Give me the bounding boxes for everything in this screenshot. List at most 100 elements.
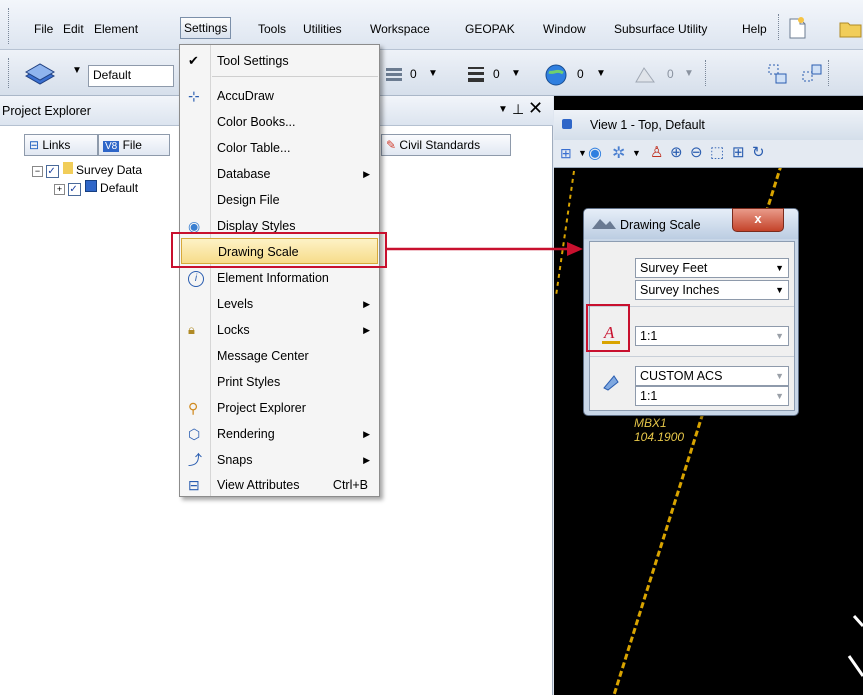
tree-item-default[interactable]: + ✓ Default: [54, 180, 138, 196]
menu-element[interactable]: Element: [94, 19, 138, 39]
menu-item-view-attributes[interactable]: ⊟ View Attributes Ctrl+B: [181, 472, 378, 498]
view-title-bar: View 1 - Top, Default: [554, 110, 863, 140]
submenu-arrow-icon: ▶: [363, 429, 370, 439]
menu-item-rendering[interactable]: ⬡ Rendering ▶: [181, 421, 378, 447]
menu-item-color-table[interactable]: Color Table...: [181, 135, 378, 161]
chevron-down-icon[interactable]: ▼: [596, 68, 606, 79]
display-style-icon[interactable]: ◉: [588, 143, 602, 163]
zoom-in-icon[interactable]: ⊕: [670, 143, 683, 161]
chevron-down-icon: ▼: [775, 285, 784, 295]
toolbar-grip[interactable]: [705, 60, 709, 86]
toolbar-grip[interactable]: [828, 60, 832, 86]
line-weight-icon[interactable]: [466, 64, 488, 86]
menu-edit[interactable]: Edit: [63, 19, 84, 39]
menu-item-snaps[interactable]: ⤴ Snaps ▶: [181, 447, 378, 473]
acs-icon[interactable]: [602, 374, 620, 392]
toolbar-grip[interactable]: [778, 14, 782, 40]
checkbox-icon[interactable]: ✓: [46, 165, 60, 178]
open-file-icon[interactable]: [838, 16, 863, 40]
view-attributes-icon[interactable]: ⊞: [560, 145, 572, 162]
lighting-icon[interactable]: ✲: [612, 143, 625, 163]
menu-item-accudraw[interactable]: ⊹ AccuDraw: [181, 83, 378, 109]
transparency-icon[interactable]: [632, 62, 658, 88]
color-value: 0: [410, 67, 417, 81]
chevron-down-icon[interactable]: ▼: [684, 68, 694, 79]
menu-item-label: Project Explorer: [217, 401, 306, 415]
toolbar-grip[interactable]: [8, 8, 12, 44]
acs-scale-select[interactable]: 1:1 ▼: [635, 386, 789, 406]
menu-window[interactable]: Window: [543, 19, 586, 39]
zoom-out-icon[interactable]: ⊖: [690, 143, 703, 161]
fit-view-icon[interactable]: ⊞: [732, 143, 745, 161]
chevron-down-icon[interactable]: ▼: [578, 148, 587, 158]
acs-select[interactable]: CUSTOM ACS ▼: [635, 366, 789, 386]
element-selection-icon[interactable]: [800, 62, 824, 86]
close-button[interactable]: x: [732, 208, 784, 232]
chevron-down-icon[interactable]: ▼: [498, 104, 508, 115]
chevron-down-icon[interactable]: ▼: [511, 68, 521, 79]
lock-icon: 🔒︎: [188, 322, 195, 337]
menu-item-label: Rendering: [217, 427, 275, 441]
menu-item-design-file[interactable]: Design File: [181, 187, 378, 213]
tree-item-survey-data[interactable]: − ✓ Survey Data: [32, 162, 142, 178]
view-attributes-icon: ⊟: [188, 477, 200, 493]
new-file-icon[interactable]: [786, 16, 808, 40]
menu-item-message-center[interactable]: Message Center: [181, 343, 378, 369]
menu-item-database[interactable]: Database ▶: [181, 161, 378, 187]
toolbar-grip[interactable]: [8, 58, 12, 88]
menu-utilities[interactable]: Utilities: [303, 19, 342, 39]
pin-icon[interactable]: ⊥: [512, 101, 524, 118]
settings-menu: ✔ Tool Settings ⊹ AccuDraw Color Books..…: [179, 44, 380, 497]
transparency-value: 0: [667, 67, 674, 81]
menu-item-locks[interactable]: 🔒︎ Locks ▶: [181, 317, 378, 343]
chevron-down-icon[interactable]: ▼: [428, 68, 438, 79]
collapse-icon[interactable]: −: [32, 166, 43, 177]
chevron-down-icon[interactable]: ▼: [72, 65, 82, 76]
annotation-value: 104.1900: [634, 430, 685, 444]
divider: [590, 356, 794, 357]
menu-help[interactable]: Help: [742, 19, 767, 39]
menu-item-element-information[interactable]: i Element Information: [181, 265, 378, 291]
menu-item-levels[interactable]: Levels ▶: [181, 291, 378, 317]
submenu-arrow-icon: ▶: [363, 325, 370, 335]
tab-civil-standards[interactable]: ✎ Civil Standards: [381, 134, 511, 156]
globe-icon[interactable]: [543, 62, 569, 88]
menu-settings[interactable]: Settings: [180, 17, 232, 39]
view-icon: [562, 119, 572, 129]
annotation-scale-select[interactable]: 1:1 ▼: [635, 326, 789, 346]
checkbox-icon[interactable]: ✓: [68, 183, 82, 196]
tab-label: File: [122, 138, 142, 152]
menu-item-project-explorer[interactable]: ⚲ Project Explorer: [181, 395, 378, 421]
menu-file[interactable]: File: [34, 19, 53, 39]
dialog-title-bar[interactable]: Drawing Scale x: [584, 208, 798, 239]
menu-subsurface-utility[interactable]: Subsurface Utility: [614, 19, 707, 39]
menu-geopak[interactable]: GEOPAK: [465, 19, 515, 39]
menu-separator: [212, 76, 378, 77]
color-icon[interactable]: [384, 64, 406, 86]
menu-item-print-styles[interactable]: Print Styles: [181, 369, 378, 395]
menu-item-color-books[interactable]: Color Books...: [181, 109, 378, 135]
active-level-combo[interactable]: Default: [88, 65, 174, 87]
menu-item-label: Design File: [217, 193, 280, 207]
menu-item-label: View Attributes: [217, 478, 300, 492]
rotate-view-icon[interactable]: ↻: [752, 143, 765, 161]
menu-tools[interactable]: Tools: [258, 19, 286, 39]
tab-file[interactable]: V8 File: [98, 134, 170, 156]
menu-workspace[interactable]: Workspace: [370, 19, 430, 39]
element-template-icon[interactable]: [766, 62, 790, 86]
dialog-title: Drawing Scale: [620, 218, 701, 232]
window-area-icon[interactable]: ⬚: [710, 143, 724, 161]
close-icon[interactable]: ✕: [528, 98, 543, 119]
menu-item-label: Display Styles: [217, 219, 296, 233]
chevron-down-icon[interactable]: ▼: [632, 148, 641, 158]
update-view-icon[interactable]: ♙: [650, 143, 663, 161]
level-manager-icon[interactable]: [24, 62, 64, 86]
menu-item-label: Element Information: [217, 271, 329, 285]
sub-units-select[interactable]: Survey Inches ▼: [635, 280, 789, 300]
master-units-select[interactable]: Survey Feet ▼: [635, 258, 789, 278]
drawing-scale-icon: [592, 217, 616, 231]
menu-item-tool-settings[interactable]: ✔ Tool Settings: [181, 48, 378, 74]
expand-icon[interactable]: +: [54, 184, 65, 195]
tree-label: Default: [100, 181, 139, 195]
tab-links[interactable]: ⊟ Links: [24, 134, 98, 156]
